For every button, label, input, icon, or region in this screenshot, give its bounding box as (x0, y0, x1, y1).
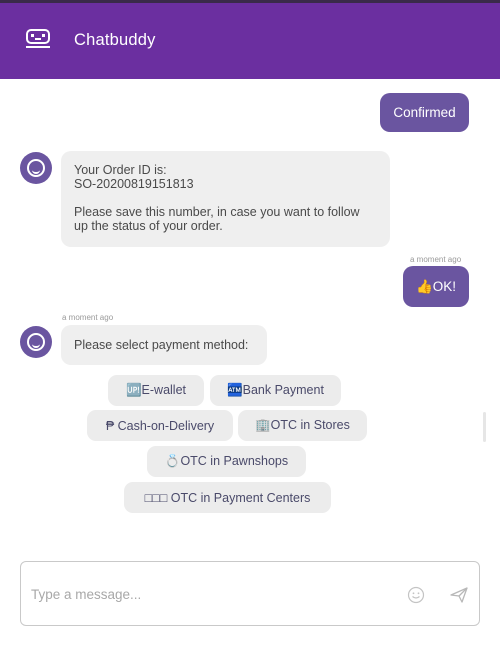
message-timestamp: a moment ago (62, 313, 114, 322)
order-id-label: Your Order ID is: (74, 163, 167, 177)
bot-message-order-id: Your Order ID is: SO-20200819151813 Plea… (61, 151, 390, 247)
payment-option-otc-stores[interactable]: 🏢OTC in Stores (238, 410, 367, 441)
scrollbar[interactable] (483, 412, 486, 442)
bot-avatar (20, 326, 52, 358)
payment-option-otc-payment-centers[interactable]: □□□ OTC in Payment Centers (124, 482, 331, 513)
app-title: Chatbuddy (74, 31, 156, 49)
chatbuddy-logo-icon (26, 29, 50, 48)
bot-face-icon (27, 333, 45, 351)
payment-option-otc-pawnshops[interactable]: 💍OTC in Pawnshops (147, 446, 306, 477)
bot-avatar (20, 152, 52, 184)
chat-messages[interactable]: Confirmed Your Order ID is: SO-202008191… (0, 79, 500, 539)
user-message-confirmed: Confirmed (380, 93, 469, 132)
payment-option-ewallet[interactable]: 🆙E-wallet (108, 375, 204, 406)
bot-message-payment-prompt: Please select payment method: (61, 325, 267, 365)
order-save-note-line2: up the status of your order. (74, 219, 223, 233)
chat-header: Chatbuddy (0, 3, 500, 79)
send-icon[interactable] (449, 585, 469, 605)
payment-option-bank[interactable]: 🏧Bank Payment (210, 375, 341, 406)
smiley-icon[interactable] (407, 586, 425, 604)
message-composer (20, 561, 480, 626)
user-message-ok: 👍OK! (403, 266, 469, 307)
message-timestamp: a moment ago (410, 255, 462, 264)
payment-option-cod[interactable]: ₱ Cash-on-Delivery (87, 410, 233, 441)
bot-face-icon (27, 159, 45, 177)
message-input[interactable] (31, 580, 391, 608)
order-id-value: SO-20200819151813 (74, 177, 194, 191)
order-save-note-line1: Please save this number, in case you wan… (74, 205, 360, 219)
